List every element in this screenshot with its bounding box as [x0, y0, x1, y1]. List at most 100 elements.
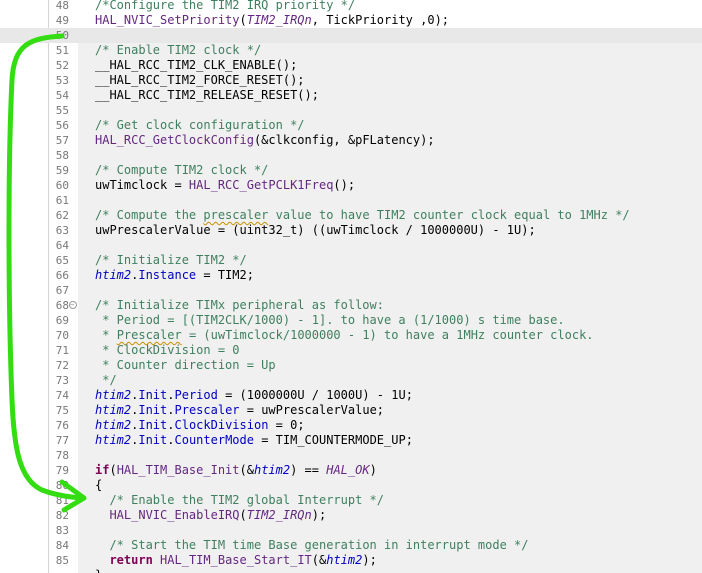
code-token: Instance — [138, 268, 197, 282]
code-token: /* Get clock configuration */ — [95, 118, 305, 132]
code-line[interactable]: 68 /* Initialize TIMx peripheral as follo… — [0, 298, 702, 313]
code-line[interactable]: 59 /* Compute TIM2 clock */ — [0, 163, 702, 178]
code-text[interactable] — [95, 238, 702, 253]
code-token: htim2 — [95, 418, 132, 432]
code-line[interactable]: 65 /* Initialize TIM2 */ — [0, 253, 702, 268]
code-text[interactable]: /* Initialize TIMx peripheral as follow: — [95, 298, 702, 313]
line-number: 69 — [55, 314, 69, 327]
code-text[interactable] — [95, 523, 702, 538]
code-token: TIM2_IRQn — [246, 13, 312, 27]
code-text[interactable]: return HAL_TIM_Base_Start_IT(&htim2); — [95, 553, 702, 568]
code-text[interactable]: * Period = [(TIM2CLK/1000) - 1]. to have… — [95, 313, 702, 328]
code-line[interactable]: 70 * Prescaler = (uwTimclock/1000000 - 1… — [0, 328, 702, 343]
code-line[interactable]: 71 * ClockDivision = 0 — [0, 343, 702, 358]
code-text[interactable]: /* Enable the TIM2 global Interrupt */ — [95, 493, 702, 508]
code-line[interactable]: 67 — [0, 283, 702, 298]
code-text[interactable] — [95, 148, 702, 163]
code-line[interactable]: 53 __HAL_RCC_TIM2_FORCE_RESET(); — [0, 73, 702, 88]
code-text[interactable]: __HAL_RCC_TIM2_FORCE_RESET(); — [95, 73, 702, 88]
code-token: (&clkconfig, &pFLatency); — [253, 133, 435, 147]
code-line[interactable]: 56 /* Get clock configuration */ — [0, 118, 702, 133]
code-line[interactable]: 50 — [0, 28, 702, 43]
code-line[interactable]: 64 — [0, 238, 702, 253]
line-number: 65 — [55, 254, 69, 267]
code-line[interactable]: 80 { — [0, 478, 702, 493]
code-text[interactable]: } — [95, 568, 702, 573]
code-text[interactable]: { — [95, 478, 702, 493]
code-line[interactable]: 49 HAL_NVIC_SetPriority(TIM2_IRQn, TickPr… — [0, 13, 702, 28]
code-text[interactable] — [95, 193, 702, 208]
code-line[interactable]: 72 * Counter direction = Up — [0, 358, 702, 373]
code-text[interactable]: htim2.Init.Period = (1000000U / 1000U) -… — [95, 388, 702, 403]
line-number: 51 — [55, 44, 69, 57]
code-line[interactable]: 76 htim2.Init.ClockDivision = 0; — [0, 418, 702, 433]
code-text[interactable]: if(HAL_TIM_Base_Init(&htim2) == HAL_OK) — [95, 463, 702, 478]
code-line[interactable]: 83 — [0, 523, 702, 538]
code-text[interactable]: * Counter direction = Up — [95, 358, 702, 373]
code-text[interactable]: HAL_RCC_GetClockConfig(&clkconfig, &pFLa… — [95, 133, 702, 148]
code-text[interactable]: htim2.Init.Prescaler = uwPrescalerValue; — [95, 403, 702, 418]
code-line[interactable]: 51 /* Enable TIM2 clock */ — [0, 43, 702, 58]
code-line[interactable]: 82 HAL_NVIC_EnableIRQ(TIM2_IRQn); — [0, 508, 702, 523]
code-text[interactable]: uwTimclock = HAL_RCC_GetPCLK1Freq(); — [95, 178, 702, 193]
code-text[interactable]: htim2.Init.ClockDivision = 0; — [95, 418, 702, 433]
code-text[interactable]: uwPrescalerValue = (uint32_t) ((uwTimclo… — [95, 223, 702, 238]
code-line[interactable]: 61 — [0, 193, 702, 208]
code-line[interactable]: 79 if(HAL_TIM_Base_Init(&htim2) == HAL_OK… — [0, 463, 702, 478]
code-line[interactable]: } — [0, 568, 702, 573]
code-text[interactable]: /* Compute the prescaler value to have T… — [95, 208, 702, 223]
code-token: = TIM2; — [196, 268, 254, 282]
code-line[interactable]: 66 htim2.Instance = TIM2; — [0, 268, 702, 283]
code-text[interactable]: * Prescaler = (uwTimclock/1000000 - 1) t… — [95, 328, 702, 343]
code-token: , TickPriority ,0); — [311, 13, 450, 27]
code-line[interactable]: 75 htim2.Init.Prescaler = uwPrescalerValu… — [0, 403, 702, 418]
code-line[interactable]: 74 htim2.Init.Period = (1000000U / 1000U)… — [0, 388, 702, 403]
code-line[interactable]: 60 uwTimclock = HAL_RCC_GetPCLK1Freq(); — [0, 178, 702, 193]
code-lines[interactable]: 48/*Configure the TIM2 IRQ priority */49… — [0, 0, 702, 573]
code-token: . — [167, 433, 175, 447]
code-line[interactable]: 77 htim2.Init.CounterMode = TIM_COUNTERMO… — [0, 433, 702, 448]
code-text[interactable]: /* Get clock configuration */ — [95, 118, 702, 133]
fold-collapse-icon[interactable] — [69, 301, 77, 309]
code-editor[interactable]: 48/*Configure the TIM2 IRQ priority */49… — [0, 0, 702, 573]
code-line[interactable]: 62 /* Compute the prescaler value to have… — [0, 208, 702, 223]
code-line[interactable]: 54 __HAL_RCC_TIM2_RELEASE_RESET(); — [0, 88, 702, 103]
code-line[interactable]: 78 — [0, 448, 702, 463]
code-text[interactable]: * ClockDivision = 0 — [95, 343, 702, 358]
code-text[interactable]: /* Enable TIM2 clock */ — [95, 43, 702, 58]
code-text[interactable] — [95, 448, 702, 463]
code-text[interactable]: htim2.Init.CounterMode = TIM_COUNTERMODE… — [95, 433, 702, 448]
code-text[interactable]: HAL_NVIC_EnableIRQ(TIM2_IRQn); — [95, 508, 702, 523]
code-token: Init — [138, 418, 168, 432]
code-text[interactable]: /* Start the TIM time Base generation in… — [95, 538, 702, 553]
code-text[interactable]: /* Initialize TIM2 */ — [95, 253, 702, 268]
code-text[interactable]: __HAL_RCC_TIM2_RELEASE_RESET(); — [95, 88, 702, 103]
code-token: */ — [95, 373, 117, 387]
code-text[interactable]: __HAL_RCC_TIM2_CLK_ENABLE(); — [95, 58, 702, 73]
code-token: value to have TIM2 counter clock equal t… — [268, 208, 630, 222]
code-line[interactable]: 58 — [0, 148, 702, 163]
code-token: ); — [362, 553, 377, 567]
code-line[interactable]: 63 uwPrescalerValue = (uint32_t) ((uwTimc… — [0, 223, 702, 238]
line-number: 58 — [55, 149, 69, 162]
code-text[interactable]: */ — [95, 373, 702, 388]
code-line[interactable]: 55 — [0, 103, 702, 118]
code-line[interactable]: 52 __HAL_RCC_TIM2_CLK_ENABLE(); — [0, 58, 702, 73]
code-line[interactable]: 85 return HAL_TIM_Base_Start_IT(&htim2); — [0, 553, 702, 568]
code-line[interactable]: 84 /* Start the TIM time Base generation… — [0, 538, 702, 553]
code-text[interactable]: HAL_NVIC_SetPriority(TIM2_IRQn, TickPrio… — [95, 13, 702, 28]
code-text[interactable]: /*Configure the TIM2 IRQ priority */ — [95, 0, 702, 13]
code-token: ClockDivision — [174, 418, 269, 432]
code-text[interactable]: /* Compute TIM2 clock */ — [95, 163, 702, 178]
code-text[interactable]: htim2.Instance = TIM2; — [95, 268, 702, 283]
code-text[interactable] — [95, 283, 702, 298]
code-line[interactable]: 48 /*Configure the TIM2 IRQ priority */ — [0, 0, 702, 13]
code-token: ) — [369, 463, 377, 477]
code-text[interactable] — [95, 28, 702, 43]
code-text[interactable] — [95, 103, 702, 118]
code-line[interactable]: 73 */ — [0, 373, 702, 388]
code-line[interactable]: 57 HAL_RCC_GetClockConfig(&clkconfig, &pF… — [0, 133, 702, 148]
code-line[interactable]: 69 * Period = [(TIM2CLK/1000) - 1]. to h… — [0, 313, 702, 328]
code-token: /* Initialize TIM2 */ — [95, 253, 247, 267]
code-line[interactable]: 81 /* Enable the TIM2 global Interrupt *… — [0, 493, 702, 508]
